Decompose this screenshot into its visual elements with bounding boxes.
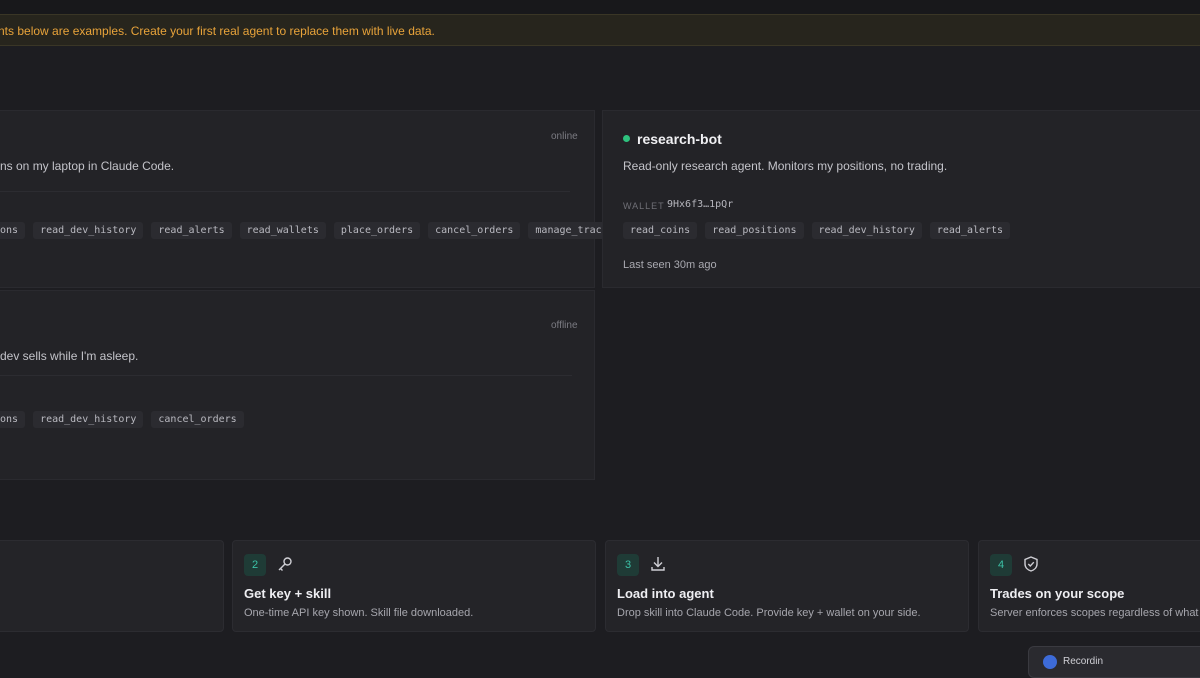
recording-indicator[interactable]: Recordin — [1028, 646, 1200, 678]
last-seen: Last seen 30m ago — [623, 259, 717, 271]
scope-tag: read_wallets — [239, 222, 326, 239]
example-data-banner: nts below are examples. Create your firs… — [0, 14, 1200, 46]
wallet-address: 9Hx6f3…1pQr — [667, 199, 734, 210]
scope-tags: ons read_dev_history cancel_orders — [0, 411, 244, 428]
agent-card[interactable]: online ns on my laptop in Claude Code. o… — [0, 110, 633, 288]
agent-description: Read-only research agent. Monitors my po… — [623, 159, 948, 173]
scope-tag: place_orders — [333, 222, 421, 239]
agent-name: research-bot — [637, 131, 722, 147]
agent-card-research-bot[interactable]: research-bot Read-only research agent. M… — [602, 110, 1200, 288]
scope-tag: read_dev_history — [33, 411, 144, 428]
scope-tag: read_positions — [705, 222, 804, 239]
step-card-1 — [0, 540, 224, 632]
scope-tag: read_coins — [623, 222, 698, 239]
scope-tag: read_dev_history — [33, 222, 144, 239]
top-bar — [0, 0, 1200, 14]
step-number: 4 — [990, 554, 1012, 576]
scope-tag: read_alerts — [151, 222, 232, 239]
step-card-4: 4 Trades on your scope Server enforces s… — [978, 540, 1200, 632]
download-icon — [649, 555, 667, 573]
scope-tag: read_dev_history — [811, 222, 922, 239]
step-description: Server enforces scopes regardless of wha… — [990, 607, 1200, 619]
divider — [0, 191, 570, 192]
banner-text: nts below are examples. Create your firs… — [0, 24, 435, 38]
agent-card[interactable]: offline dev sells while I'm asleep. ons … — [0, 290, 595, 480]
shield-check-icon — [1022, 555, 1040, 573]
step-number: 2 — [244, 554, 266, 576]
step-title: Get key + skill — [244, 586, 332, 601]
divider — [0, 375, 572, 376]
step-card-2: 2 Get key + skill One-time API key shown… — [232, 540, 596, 632]
scope-tag: cancel_orders — [151, 411, 244, 428]
scope-tags: ons read_dev_history read_alerts read_wa… — [0, 222, 633, 239]
scope-tag: cancel_orders — [428, 222, 521, 239]
agent-status: online — [551, 131, 578, 142]
step-description: One-time API key shown. Skill file downl… — [244, 607, 474, 619]
scope-tag: read_alerts — [929, 222, 1011, 239]
step-title: Load into agent — [617, 586, 714, 601]
agent-description: ns on my laptop in Claude Code. — [0, 159, 175, 173]
agent-description: dev sells while I'm asleep. — [0, 349, 139, 363]
step-title: Trades on your scope — [990, 586, 1125, 601]
step-number: 3 — [617, 554, 639, 576]
scope-tags: read_coins read_positions read_dev_histo… — [623, 222, 1011, 239]
agent-status: offline — [551, 320, 578, 331]
record-icon — [1043, 655, 1057, 669]
scope-tag: ons — [0, 222, 26, 239]
step-card-3: 3 Load into agent Drop skill into Claude… — [605, 540, 969, 632]
wallet-label: WALLET — [623, 201, 665, 211]
key-icon — [276, 555, 294, 573]
online-status-dot — [623, 135, 630, 142]
scope-tag: ons — [0, 411, 26, 428]
step-description: Drop skill into Claude Code. Provide key… — [617, 607, 921, 619]
